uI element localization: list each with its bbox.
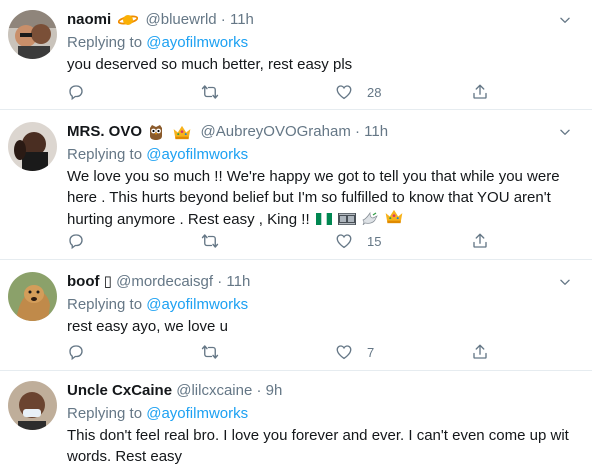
- replying-to-label: Replying to: [67, 146, 143, 163]
- avatar[interactable]: [8, 381, 57, 430]
- crown-emoji-icon: [384, 208, 404, 225]
- timestamp[interactable]: 11h: [364, 123, 388, 140]
- share-icon: [471, 232, 489, 250]
- tweet-text: rest easy ayo, we love u: [67, 318, 228, 335]
- separator-dot: ·: [256, 382, 262, 399]
- avatar[interactable]: [8, 272, 57, 321]
- reply-button[interactable]: [67, 342, 99, 362]
- heart-icon: [335, 232, 353, 250]
- tweet-actions: 15: [67, 231, 497, 251]
- like-button[interactable]: 28: [335, 82, 381, 102]
- display-name[interactable]: naomi: [67, 11, 111, 28]
- share-button[interactable]: [471, 231, 489, 251]
- owl-emoji-icon: [150, 124, 163, 140]
- user-handle[interactable]: @AubreyOVOGraham: [201, 123, 351, 140]
- name-glyph: ▯: [103, 273, 112, 290]
- like-count: 7: [367, 344, 375, 360]
- replying-to-label: Replying to: [67, 34, 143, 51]
- chevron-down-icon[interactable]: [558, 13, 572, 27]
- mention-link[interactable]: @ayofilmworks: [146, 296, 248, 313]
- tweet[interactable]: boof ▯ @mordecaisgf · 11h Replying to @a…: [0, 260, 592, 371]
- display-name[interactable]: boof: [67, 273, 99, 290]
- tweet-actions: 28: [67, 82, 497, 102]
- tweet[interactable]: Uncle CxCaine @lilcxcaine · 9h Replying …: [0, 371, 592, 470]
- avatar[interactable]: [8, 122, 57, 171]
- display-name[interactable]: Uncle CxCaine: [67, 382, 172, 399]
- nigeria-flag-icon: [315, 213, 332, 225]
- mention-link[interactable]: @ayofilmworks: [146, 405, 248, 422]
- tweet-text: you deserved so much better, rest easy p…: [67, 56, 353, 73]
- retweet-icon: [201, 232, 219, 250]
- share-icon: [471, 83, 489, 101]
- planet-emoji-icon: [118, 15, 139, 26]
- like-button[interactable]: 7: [335, 342, 374, 362]
- reply-icon: [67, 83, 85, 101]
- tweet-text: We love you so much !! We're happy we go…: [67, 168, 560, 228]
- replying-to: Replying to @ayofilmworks: [67, 403, 582, 424]
- replying-to-label: Replying to: [67, 405, 143, 422]
- like-count: 28: [367, 84, 382, 100]
- tweet-actions: 7: [67, 342, 497, 362]
- reply-thread: naomi @bluewrld · 11h Replying to @ayofi…: [0, 0, 592, 470]
- replying-to: Replying to @ayofilmworks: [67, 294, 582, 315]
- tweet[interactable]: naomi @bluewrld · 11h Replying to @ayofi…: [0, 0, 592, 110]
- share-button[interactable]: [471, 342, 489, 362]
- retweet-button[interactable]: [201, 231, 233, 251]
- heart-icon: [335, 343, 353, 361]
- mention-link[interactable]: @ayofilmworks: [146, 34, 248, 51]
- retweet-button[interactable]: [201, 82, 233, 102]
- separator-dot: ·: [220, 11, 226, 28]
- tweet-header: Uncle CxCaine @lilcxcaine · 9h: [67, 381, 582, 401]
- mention-link[interactable]: @ayofilmworks: [146, 146, 248, 163]
- replying-to: Replying to @ayofilmworks: [67, 32, 582, 53]
- like-count: 15: [367, 233, 382, 249]
- reply-button[interactable]: [67, 231, 99, 251]
- retweet-icon: [201, 343, 219, 361]
- chevron-down-icon[interactable]: [558, 125, 572, 139]
- user-handle[interactable]: @bluewrld: [146, 11, 217, 28]
- reply-icon: [67, 343, 85, 361]
- tweet-header: naomi @bluewrld · 11h: [67, 10, 582, 30]
- retweet-button[interactable]: [201, 342, 233, 362]
- separator-dot: ·: [217, 273, 223, 290]
- timestamp[interactable]: 9h: [266, 382, 283, 399]
- tweet-header: boof ▯ @mordecaisgf · 11h: [67, 272, 582, 292]
- user-handle[interactable]: @mordecaisgf: [116, 273, 213, 290]
- display-name[interactable]: MRS. OVO: [67, 123, 142, 140]
- crown-emoji-icon: [172, 124, 192, 141]
- tweet[interactable]: MRS. OVO @AubreyOVOGraham · 11h Replying…: [0, 110, 592, 260]
- chevron-down-icon[interactable]: [558, 275, 572, 289]
- timestamp[interactable]: 11h: [230, 11, 254, 28]
- share-icon: [471, 343, 489, 361]
- avatar[interactable]: [8, 10, 57, 59]
- like-button[interactable]: 15: [335, 231, 381, 251]
- film-frames-icon: [337, 213, 356, 225]
- tweet-text: This don't feel real bro. I love you for…: [67, 427, 569, 465]
- timestamp[interactable]: 11h: [226, 273, 250, 290]
- replying-to: Replying to @ayofilmworks: [67, 144, 582, 165]
- user-handle[interactable]: @lilcxcaine: [176, 382, 252, 399]
- tweet-header: MRS. OVO @AubreyOVOGraham · 11h: [67, 122, 582, 142]
- heart-icon: [335, 83, 353, 101]
- share-button[interactable]: [471, 82, 489, 102]
- reply-icon: [67, 232, 85, 250]
- dove-icon: [362, 211, 378, 225]
- reply-button[interactable]: [67, 82, 99, 102]
- tweet-text-container: We love you so much !! We're happy we go…: [67, 166, 582, 230]
- separator-dot: ·: [354, 123, 360, 140]
- retweet-icon: [201, 83, 219, 101]
- replying-to-label: Replying to: [67, 296, 143, 313]
